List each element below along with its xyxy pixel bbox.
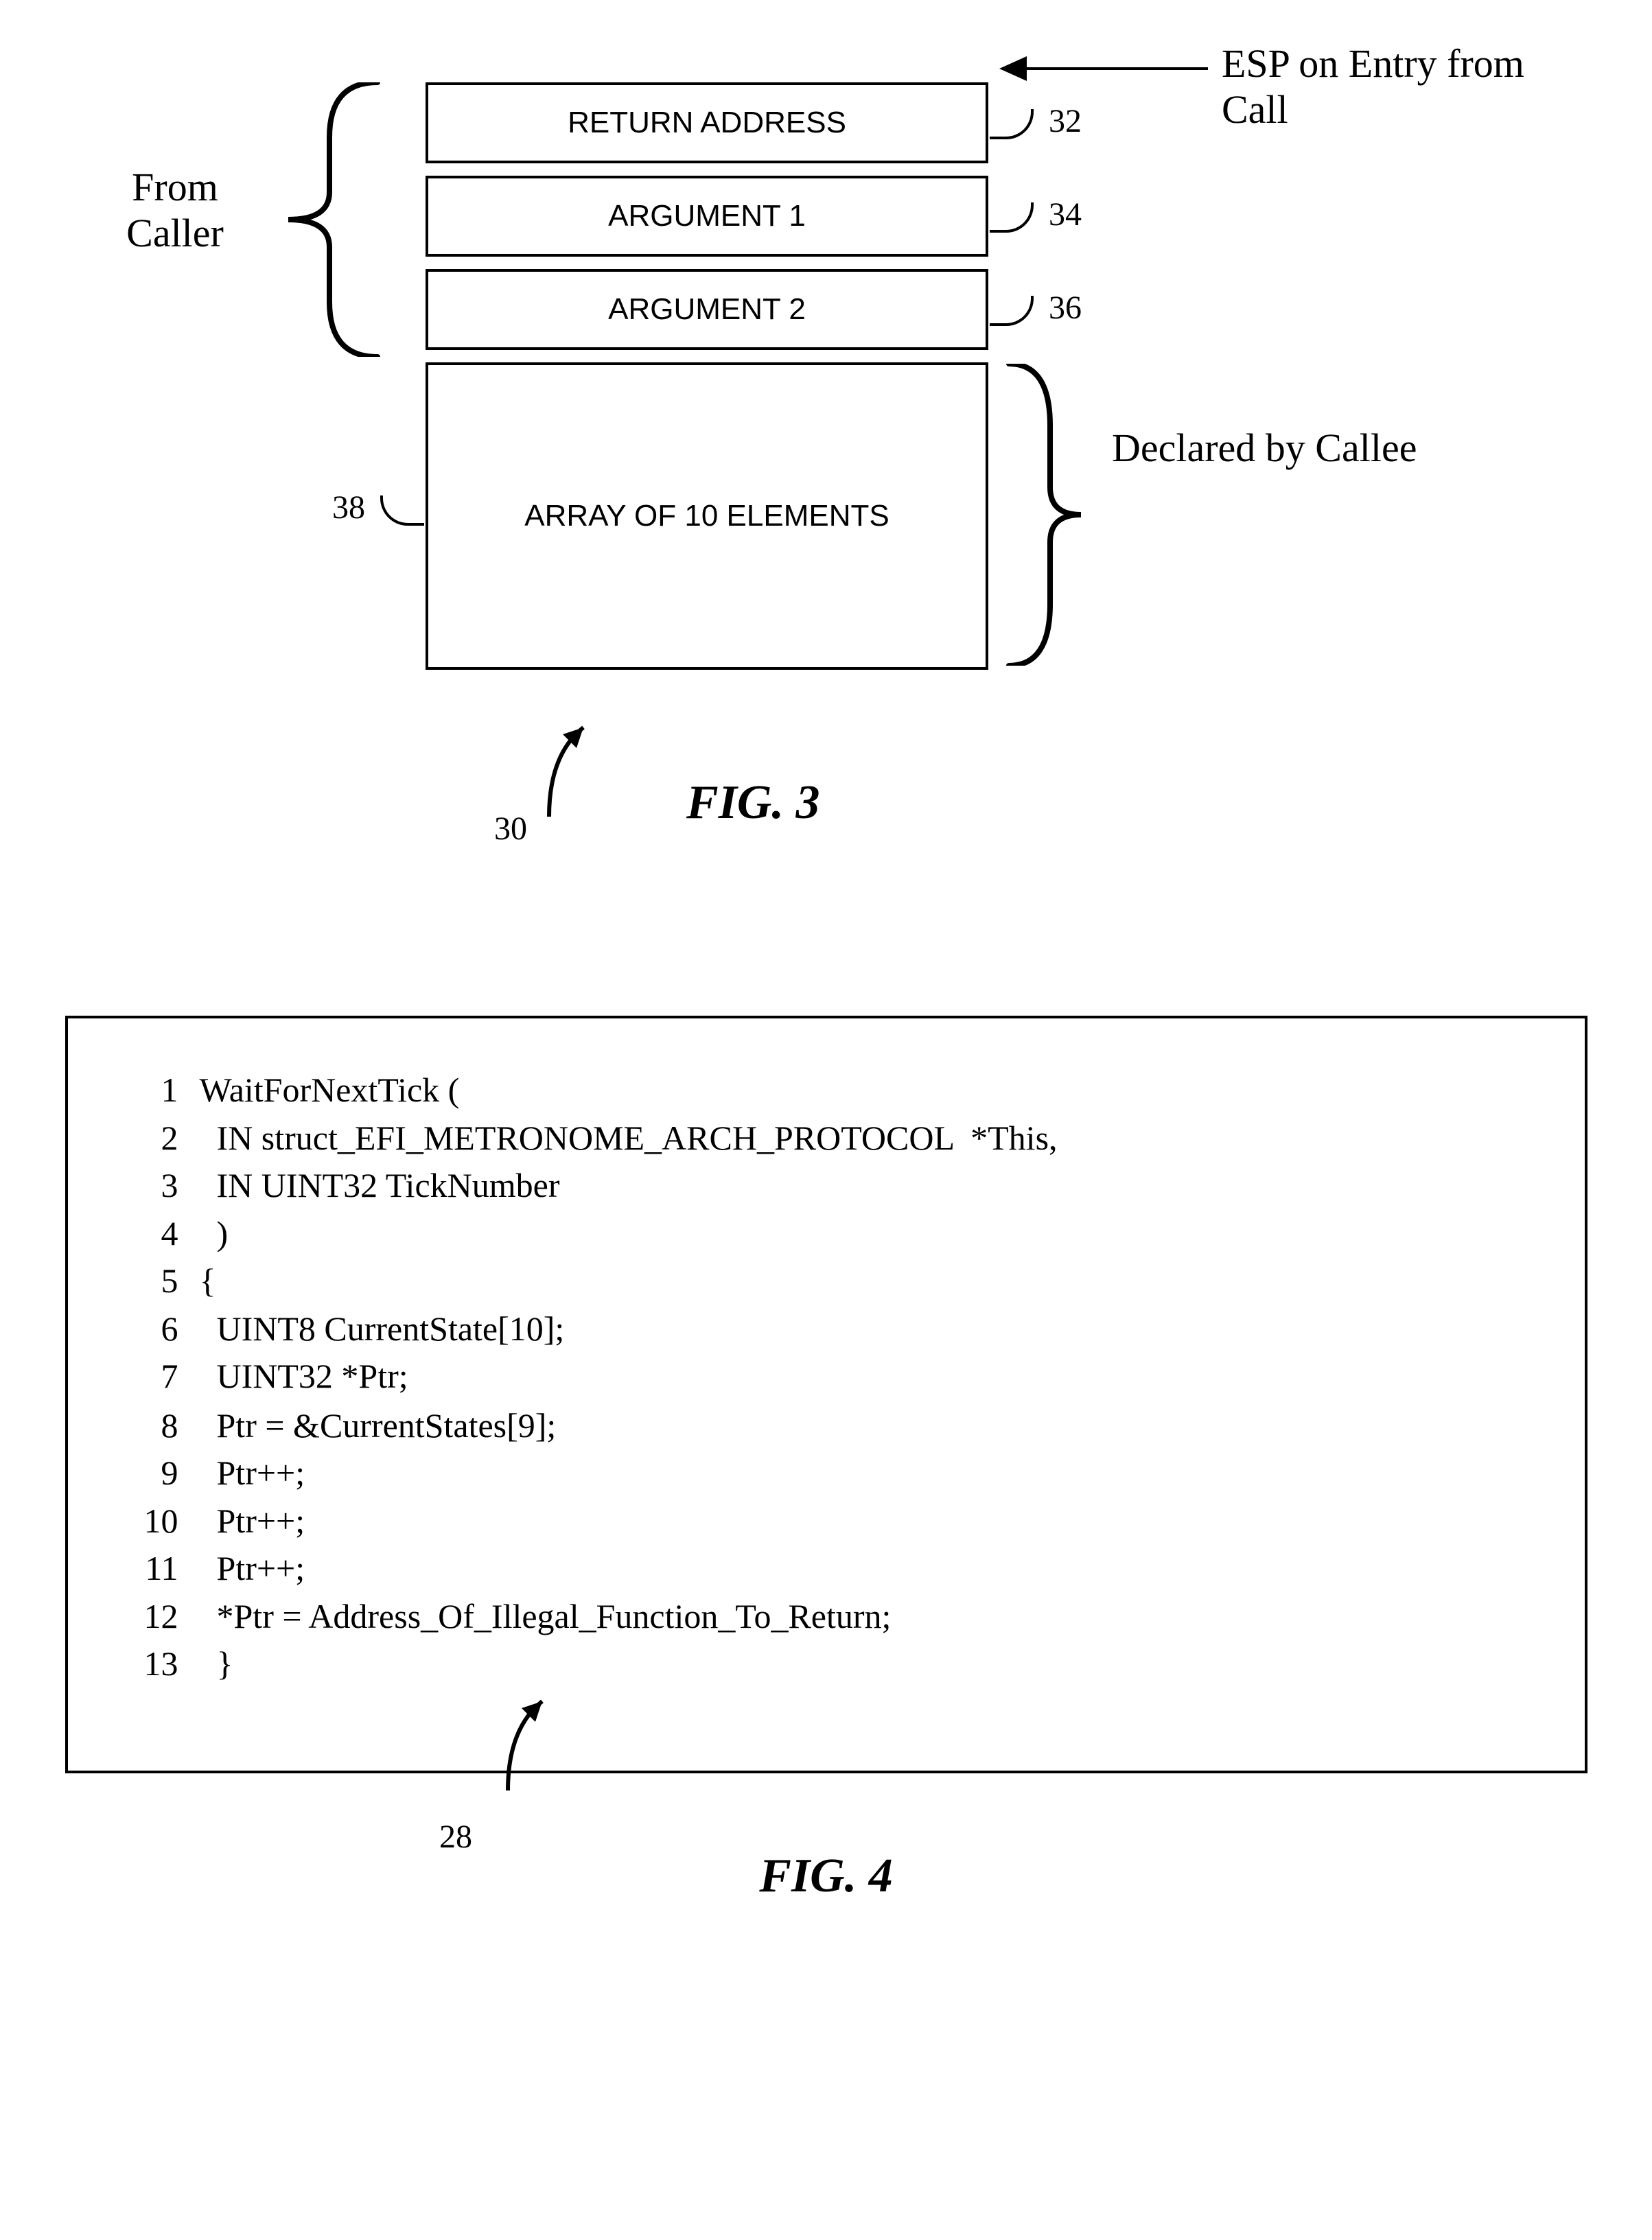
code-line: 10 Ptr++; <box>123 1497 1058 1545</box>
code-line-number: 6 <box>123 1305 199 1353</box>
ref-30: 30 <box>494 810 527 848</box>
code-line-number: 2 <box>123 1115 199 1163</box>
code-line-text: ) <box>199 1210 1058 1258</box>
ref-28-arrow <box>480 1688 563 1801</box>
brace-left <box>275 82 384 357</box>
code-line-text: Ptr++; <box>199 1449 1058 1497</box>
code-listing: 1WaitForNextTick (2 IN struct_EFI_METRON… <box>65 1016 1587 1773</box>
code-line: 9 Ptr++; <box>123 1449 1058 1497</box>
code-line-number: 8 <box>123 1402 199 1450</box>
ref-28: 28 <box>439 1818 472 1856</box>
argument-2-box: ARGUMENT 2 36 <box>426 269 988 350</box>
code-line-number: 9 <box>123 1449 199 1497</box>
code-line-number: 12 <box>123 1593 199 1641</box>
code-line: 5{ <box>123 1257 1058 1305</box>
code-line-number: 5 <box>123 1257 199 1305</box>
return-address-box: RETURN ADDRESS 32 <box>426 82 988 163</box>
esp-label: ESP on Entry from Call <box>1222 41 1599 132</box>
ref-swoop-34 <box>990 202 1034 233</box>
ref-34: 34 <box>1049 196 1082 233</box>
ref-swoop-36 <box>990 296 1034 326</box>
code-line: 4 ) <box>123 1210 1058 1258</box>
argument-2-text: ARGUMENT 2 <box>608 292 806 327</box>
code-line-text: UINT32 *Ptr; <box>199 1353 1058 1401</box>
brace-right <box>1002 364 1084 666</box>
code-line-number: 11 <box>123 1545 199 1593</box>
code-line-text: IN UINT32 TickNumber <box>199 1162 1058 1210</box>
code-line: 2 IN struct_EFI_METRONOME_ARCH_PROTOCOL … <box>123 1115 1058 1163</box>
code-line-number: 10 <box>123 1497 199 1545</box>
ref-38: 38 <box>332 489 365 526</box>
code-line-text: UINT8 CurrentState[10]; <box>199 1305 1058 1353</box>
code-line-number: 4 <box>123 1210 199 1258</box>
code-line: 7 UINT32 *Ptr; <box>123 1353 1058 1401</box>
ref-swoop-38 <box>380 495 424 526</box>
stack: RETURN ADDRESS 32 ARGUMENT 1 34 ARGUMENT… <box>426 82 988 682</box>
ref-32: 32 <box>1049 102 1082 140</box>
figure-3-caption: FIG. 3 <box>686 775 819 830</box>
code-line: 8 Ptr = &CurrentStates[9]; <box>123 1402 1058 1450</box>
code-line-number: 13 <box>123 1640 199 1688</box>
code-line-text: } <box>199 1640 1058 1688</box>
array-text: ARRAY OF 10 ELEMENTS <box>524 499 889 533</box>
ref-swoop-32 <box>990 109 1034 139</box>
code-line: 12 *Ptr = Address_Of_Illegal_Function_To… <box>123 1593 1058 1641</box>
esp-arrow <box>1002 67 1208 70</box>
figure-4-caption: FIG. 4 <box>41 1849 1611 1904</box>
code-line: 13 } <box>123 1640 1058 1688</box>
code-line: 1WaitForNextTick ( <box>123 1066 1058 1115</box>
code-line-text: *Ptr = Address_Of_Illegal_Function_To_Re… <box>199 1593 1058 1641</box>
array-box: ARRAY OF 10 ELEMENTS 38 <box>426 362 988 670</box>
code-table: 1WaitForNextTick (2 IN struct_EFI_METRON… <box>123 1066 1058 1688</box>
code-line-text: { <box>199 1257 1058 1305</box>
code-line-text: Ptr++; <box>199 1545 1058 1593</box>
argument-1-text: ARGUMENT 1 <box>608 199 806 233</box>
argument-1-box: ARGUMENT 1 34 <box>426 176 988 257</box>
code-line: 3 IN UINT32 TickNumber <box>123 1162 1058 1210</box>
code-line-number: 7 <box>123 1353 199 1401</box>
ref-30-arrow <box>522 714 604 827</box>
ref-36: 36 <box>1049 289 1082 327</box>
code-line: 6 UINT8 CurrentState[10]; <box>123 1305 1058 1353</box>
code-line-text: Ptr++; <box>199 1497 1058 1545</box>
code-line-text: WaitForNextTick ( <box>199 1066 1058 1115</box>
code-line-number: 3 <box>123 1162 199 1210</box>
figure-4: 1WaitForNextTick (2 IN struct_EFI_METRON… <box>41 1016 1611 1773</box>
figure-3: ESP on Entry from Call From Caller RETUR… <box>41 41 1611 933</box>
code-line-text: IN struct_EFI_METRONOME_ARCH_PROTOCOL *T… <box>199 1115 1058 1163</box>
code-line: 11 Ptr++; <box>123 1545 1058 1593</box>
code-line-text: Ptr = &CurrentStates[9]; <box>199 1402 1058 1450</box>
declared-by-callee-label: Declared by Callee <box>1112 425 1455 471</box>
from-caller-label: From Caller <box>89 165 261 256</box>
return-address-text: RETURN ADDRESS <box>568 106 846 140</box>
code-line-number: 1 <box>123 1066 199 1115</box>
